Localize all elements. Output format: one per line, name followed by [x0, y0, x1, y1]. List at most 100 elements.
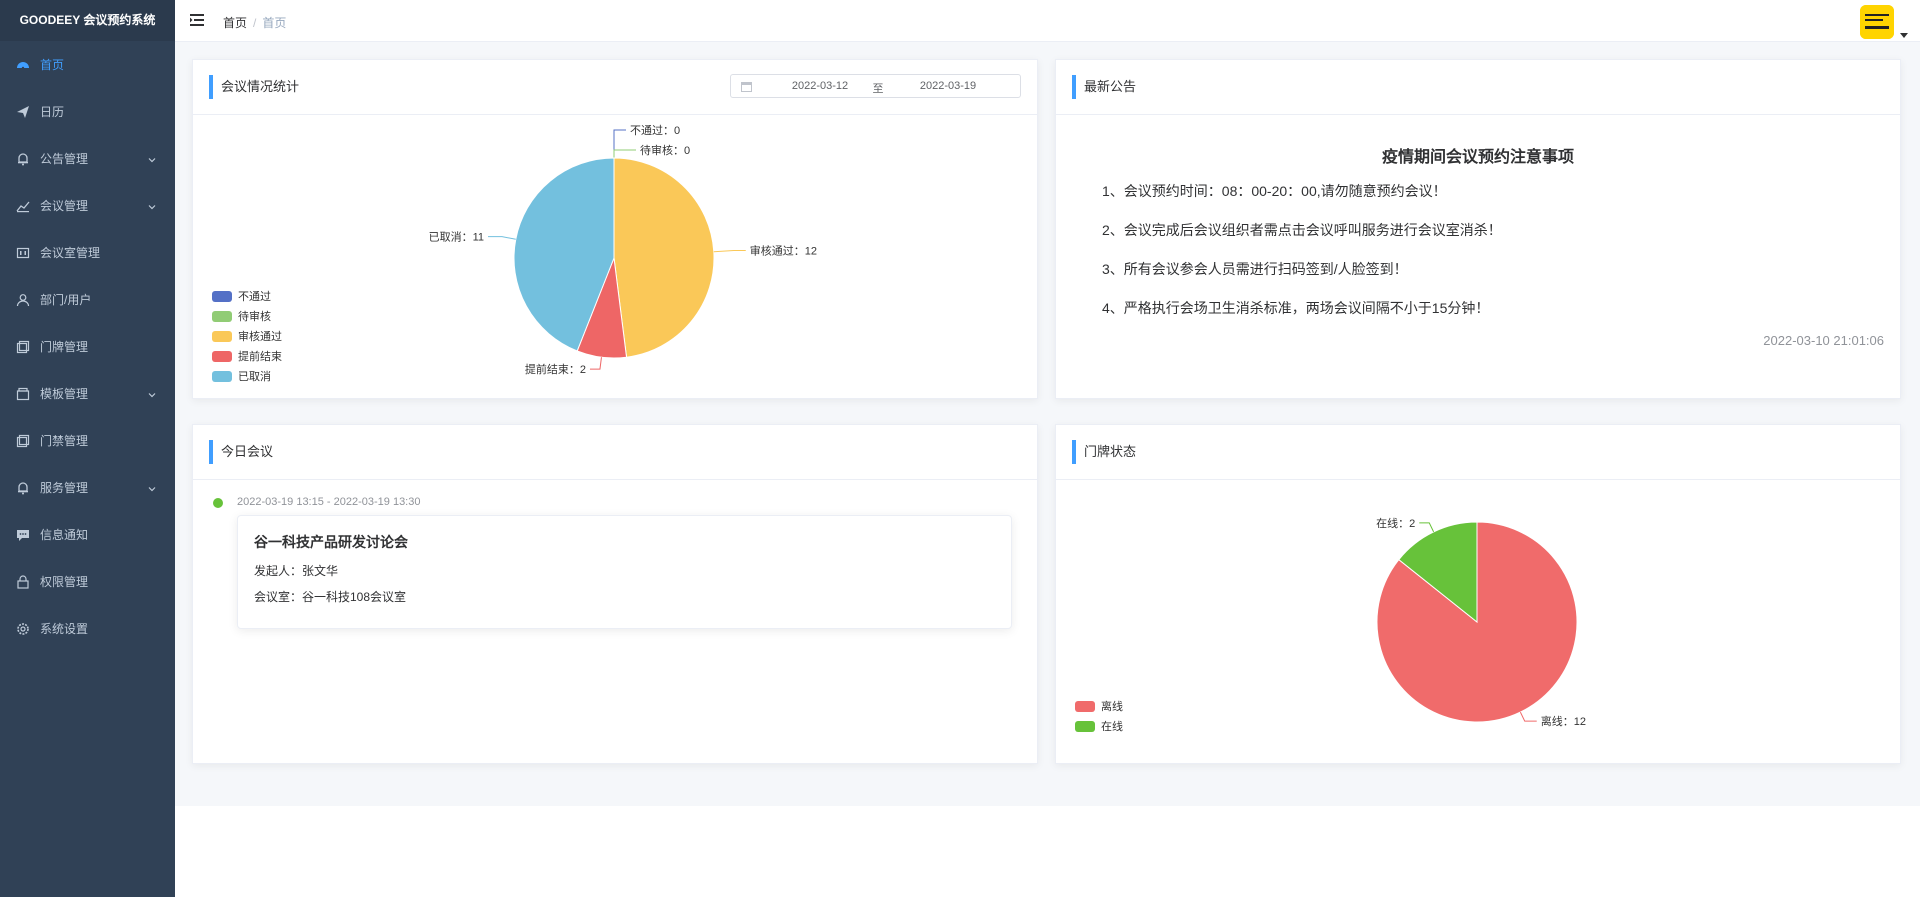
legend-item[interactable]: 离线 [1075, 696, 1123, 716]
box-icon [16, 387, 30, 401]
sidebar-item[interactable]: 信息通知 [0, 511, 175, 558]
pie-data-label: 已取消：11 [429, 230, 484, 244]
sidebar-item[interactable]: 门禁管理 [0, 417, 175, 464]
latest-notice-card: 最新公告 疫情期间会议预约注意事项 1、会议预约时间：08：00-20：00,请… [1055, 59, 1901, 399]
legend-swatch [1075, 720, 1095, 732]
legend-label: 审核通过 [238, 331, 282, 343]
meeting-item[interactable]: 谷一科技产品研发讨论会 发起人：张文华 会议室：谷一科技108会议室 [237, 515, 1012, 629]
notice-body: 1、会议预约时间：08：00-20：00,请勿随意预约会议！ 2、会议完成后会议… [1102, 181, 1502, 337]
sidebar-item-label: 首页 [40, 58, 65, 72]
pie-label-line [589, 357, 602, 370]
legend-swatch [212, 310, 232, 322]
legend-item[interactable]: 提前结束 [212, 346, 282, 366]
pie-label-line [1519, 711, 1537, 722]
sidebar-item-label: 门禁管理 [40, 434, 89, 448]
room-icon [16, 246, 30, 260]
copy-icon [16, 340, 30, 354]
sidebar-item[interactable]: 部门/用户 [0, 276, 175, 323]
date-start[interactable]: 2022-03-12 [781, 80, 859, 92]
pie-label-line [613, 129, 626, 158]
legend-item[interactable]: 待审核 [212, 306, 282, 326]
legend-swatch [212, 330, 232, 342]
date-end[interactable]: 2022-03-19 [909, 80, 987, 92]
dashboard-icon [16, 58, 30, 72]
sidebar-item[interactable]: 会议室管理 [0, 229, 175, 276]
sidebar-item[interactable]: 会议管理 [0, 182, 175, 229]
sidebar-item-label: 日历 [40, 105, 65, 119]
user-icon [16, 293, 30, 307]
meeting-title: 谷一科技产品研发讨论会 [254, 534, 408, 550]
sidebar-item[interactable]: 系统设置 [0, 605, 175, 652]
pie-data-label: 离线：12 [1541, 714, 1586, 728]
pie-slice[interactable] [613, 157, 715, 358]
legend-swatch [1075, 700, 1095, 712]
sidebar-item[interactable]: 门牌管理 [0, 323, 175, 370]
chevron-down-icon [147, 483, 157, 493]
sidebar-item[interactable]: 首页 [0, 41, 175, 88]
pie-label-line [613, 149, 636, 158]
notice-line: 4、严格执行会场卫生消杀标准，两场会议间隔不小于15分钟！ [1102, 300, 1490, 316]
sidebar-item[interactable]: 公告管理 [0, 135, 175, 182]
send-icon [16, 105, 30, 119]
sidebar-item[interactable]: 日历 [0, 88, 175, 135]
sidebar-nav: 首页日历公告管理会议管理会议室管理部门/用户门牌管理模板管理门禁管理服务管理信息… [0, 41, 175, 652]
card-title: 门牌状态 [1072, 440, 1136, 464]
legend-swatch [212, 290, 232, 302]
notice-line: 1、会议预约时间：08：00-20：00,请勿随意预约会议！ [1102, 183, 1447, 199]
sidebar-item[interactable]: 服务管理 [0, 464, 175, 511]
date-range-picker[interactable]: 2022-03-12 至 2022-03-19 [730, 74, 1021, 98]
legend-item[interactable]: 审核通过 [212, 326, 282, 346]
legend-swatch [212, 350, 232, 362]
sidebar-item-label: 会议室管理 [40, 246, 101, 260]
meeting-stats-legend: 不通过待审核审核通过提前结束已取消 [212, 286, 282, 386]
chevron-down-icon [147, 154, 157, 164]
sidebar-item-label: 会议管理 [40, 199, 89, 213]
date-separator: 至 [872, 83, 884, 95]
legend-label: 不通过 [238, 291, 271, 303]
sidebar-item-label: 部门/用户 [40, 293, 92, 307]
sidebar-item-label: 信息通知 [40, 528, 89, 542]
meeting-time: 2022-03-19 13:15 - 2022-03-19 13:30 [237, 496, 421, 508]
doorplate-status-card: 门牌状态 离线：12 在线：2 离线 在线 [1055, 424, 1901, 764]
breadcrumb: 首页 / 首页 [223, 14, 286, 31]
pie-data-label: 提前结束：2 [525, 362, 586, 376]
calendar-icon [741, 81, 752, 92]
legend-item[interactable]: 在线 [1075, 716, 1123, 736]
bell-icon [16, 152, 30, 166]
legend-label: 在线 [1101, 721, 1123, 733]
meeting-stats-pie-chart: 不通过：0 待审核：0 审核通过：12 提前结束：2 已取消：11 [429, 124, 817, 376]
legend-label: 离线 [1101, 701, 1123, 713]
message-icon [16, 528, 30, 542]
sidebar-item-label: 门牌管理 [40, 340, 89, 354]
notice-date: 2022-03-10 21:01:06 [1763, 333, 1884, 348]
pie-data-label: 审核通过：12 [750, 243, 817, 257]
top-header: 首页 / 首页 [175, 0, 1920, 42]
card-title: 会议情况统计 [209, 75, 299, 99]
copy-icon [16, 434, 30, 448]
hamburger-icon[interactable] [189, 12, 205, 28]
meeting-room: 会议室：谷一科技108会议室 [254, 590, 407, 604]
gear-icon [16, 622, 30, 636]
breadcrumb-home[interactable]: 首页 [223, 16, 247, 30]
breadcrumb-separator: / [253, 16, 257, 30]
lock-icon [16, 574, 30, 589]
sidebar-item[interactable]: 权限管理 [0, 558, 175, 605]
app-brand: GOODEEY 会议预约系统 [0, 0, 175, 41]
legend-item[interactable]: 已取消 [212, 366, 282, 386]
timeline-dot [213, 498, 223, 508]
pie-data-label: 不通过：0 [630, 124, 680, 137]
pie-label-line [1419, 522, 1435, 533]
notice-line: 3、所有会议参会人员需进行扫码签到/人脸签到！ [1102, 261, 1408, 277]
legend-swatch [212, 370, 232, 382]
main-content: 会议情况统计 2022-03-12 至 2022-03-19 不通过：0 待审核：… [175, 42, 1920, 807]
chart-icon [16, 199, 30, 213]
caret-down-icon[interactable] [1900, 26, 1908, 38]
sidebar-item[interactable]: 模板管理 [0, 370, 175, 417]
legend-item[interactable]: 不通过 [212, 286, 282, 306]
user-avatar[interactable] [1860, 5, 1894, 39]
sidebar-item-label: 系统设置 [40, 622, 89, 636]
legend-label: 提前结束 [238, 351, 282, 363]
sidebar-item-label: 服务管理 [40, 481, 89, 495]
sidebar-item-label: 公告管理 [40, 152, 89, 166]
notice-title: 疫情期间会议预约注意事项 [1381, 149, 1574, 166]
